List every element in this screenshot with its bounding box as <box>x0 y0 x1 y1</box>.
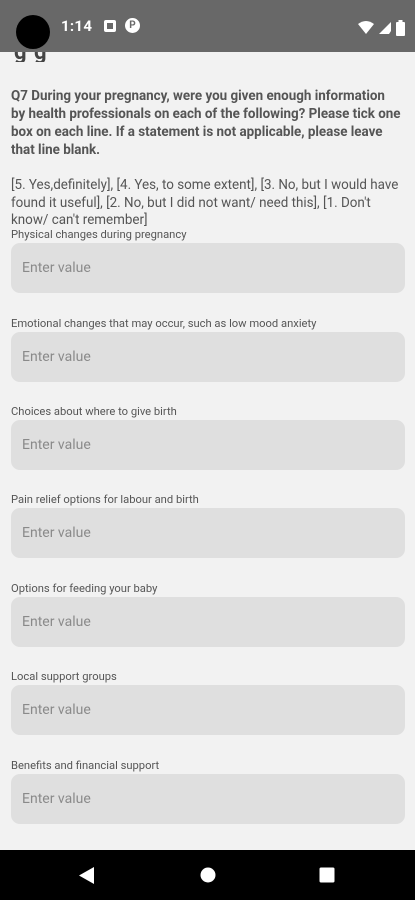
page-title-cutoff: g g <box>0 52 415 62</box>
field-group-physical-changes: Physical changes during pregnancy <box>11 228 405 293</box>
status-time: 1:14 <box>61 17 93 35</box>
support-groups-input[interactable] <box>11 685 405 735</box>
benefits-input[interactable] <box>11 774 405 824</box>
field-label: Pain relief options for labour and birth <box>11 493 199 506</box>
field-group-support-groups: Local support groups <box>11 670 405 735</box>
field-group-birth-place: Choices about where to give birth <box>11 405 405 470</box>
page-title: g g <box>14 52 48 62</box>
physical-changes-input[interactable] <box>11 243 405 293</box>
field-group-pain-relief: Pain relief options for labour and birth <box>11 493 405 558</box>
question-text: Q7 During your pregnancy, were you given… <box>11 89 401 158</box>
field-label: Local support groups <box>11 670 117 683</box>
field-label: Emotional changes that may occur, such a… <box>11 317 317 330</box>
system-nav-bar <box>0 850 415 900</box>
camera-cutout <box>16 15 50 49</box>
home-icon[interactable] <box>200 867 216 883</box>
field-group-benefits: Benefits and financial support <box>11 759 405 824</box>
field-group-feeding-options: Options for feeding your baby <box>11 582 405 647</box>
pocket-casts-icon: P <box>125 18 140 33</box>
answer-legend: [5. Yes,definitely], [4. Yes, to some ex… <box>11 178 399 228</box>
recents-icon[interactable] <box>319 867 335 883</box>
birth-place-input[interactable] <box>11 420 405 470</box>
emotional-changes-input[interactable] <box>11 332 405 382</box>
wifi-icon <box>358 20 375 34</box>
status-icons <box>358 17 405 36</box>
pain-relief-input[interactable] <box>11 508 405 558</box>
field-label: Choices about where to give birth <box>11 405 177 418</box>
field-label: Benefits and financial support <box>11 759 160 772</box>
feeding-options-input[interactable] <box>11 597 405 647</box>
field-label: Options for feeding your baby <box>11 582 158 595</box>
question-block: Q7 During your pregnancy, were you given… <box>11 88 405 230</box>
back-icon[interactable] <box>79 867 95 884</box>
battery-icon <box>396 19 405 36</box>
field-group-emotional-changes: Emotional changes that may occur, such a… <box>11 317 405 382</box>
field-label: Physical changes during pregnancy <box>11 228 187 241</box>
stop-icon <box>104 20 116 32</box>
signal-icon <box>379 21 392 34</box>
status-bar: 1:14 P <box>0 0 415 52</box>
